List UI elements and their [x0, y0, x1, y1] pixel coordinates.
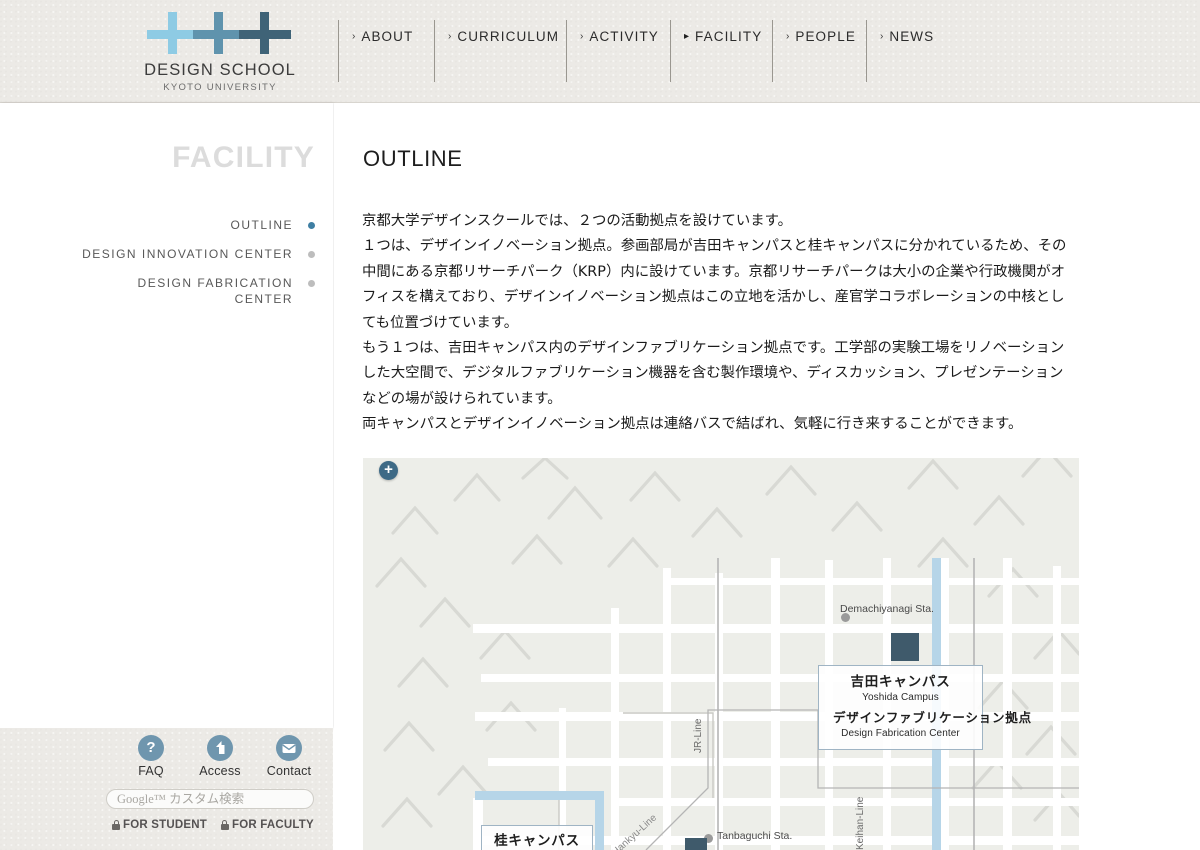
building-marker-yoshida	[891, 633, 919, 661]
envelope-icon	[276, 735, 302, 761]
sidebar-item-outline[interactable]: OUTLINE	[15, 217, 315, 233]
nav-label-activity: ACTIVITY	[589, 29, 659, 44]
map-callout-katsura[interactable]: 桂キャンパス Katsura Campus	[481, 825, 593, 850]
site-logo[interactable]: DESIGN SCHOOL KYOTO UNIVERSITY	[140, 8, 300, 96]
outline-body-text: 京都大学デザインスクールでは、２つの活動拠点を設けています。 １つは、デザインイ…	[362, 209, 1068, 438]
campus-map[interactable]: Demachiyanagi Sta. Tanbaguchi Sta. JR-Li…	[363, 458, 1079, 850]
logo-cross-1	[147, 8, 199, 60]
chevron-right-icon: ›	[352, 31, 356, 42]
paragraph: 京都大学デザインスクールでは、２つの活動拠点を設けています。	[362, 213, 792, 229]
map-rail-lines	[645, 558, 1079, 850]
quick-links-group: ? FAQ Access Contact	[120, 735, 320, 778]
main-navigation: › ABOUT › CURRICULUM › ACTIVITY ▸ FACILI…	[338, 20, 956, 82]
sidebar-footer: ? FAQ Access Contact Google™ カスタム検索 FOR …	[0, 728, 333, 850]
sidebar-item-label: DESIGN FABRICATION CENTER	[137, 276, 293, 306]
nav-label-curriculum: CURRICULUM	[457, 29, 560, 44]
nav-item-facility[interactable]: ▸ FACILITY	[670, 20, 772, 82]
callout-title-en: Yoshida Campus	[862, 692, 939, 703]
sidebar-navigation: OUTLINE DESIGN INNOVATION CENTER DESIGN …	[15, 217, 315, 320]
quick-link-access[interactable]: Access	[189, 735, 251, 778]
sidebar-item-design-fabrication-center[interactable]: DESIGN FABRICATION CENTER	[15, 275, 315, 307]
member-link-for-student[interactable]: FOR STUDENT	[112, 819, 207, 831]
sidebar-item-label: DESIGN INNOVATION CENTER	[82, 247, 293, 261]
nav-label-about: ABOUT	[361, 29, 414, 44]
quick-link-label-contact: Contact	[266, 764, 312, 778]
site-header: DESIGN SCHOOL KYOTO UNIVERSITY › ABOUT ›…	[0, 0, 1200, 103]
quick-link-label-faq: FAQ	[138, 764, 164, 778]
callout-subtitle-en: Design Fabrication Center	[841, 728, 960, 739]
nav-label-facility: FACILITY	[695, 29, 763, 44]
nav-item-activity[interactable]: › ACTIVITY	[566, 20, 670, 82]
chevron-right-icon: ›	[786, 31, 790, 42]
nav-label-people: PEOPLE	[795, 29, 856, 44]
sidebar-section-title: FACILITY	[172, 141, 315, 174]
envelope-glyph	[282, 744, 296, 753]
chevron-right-icon: ›	[580, 31, 584, 42]
logo-cross-2	[193, 8, 245, 60]
main-content: OUTLINE 京都大学デザインスクールでは、２つの活動拠点を設けています。 １…	[334, 103, 1200, 850]
callout-title-ja: 吉田キャンパス	[850, 674, 951, 690]
callout-subtitle-ja: デザインファブリケーション拠点	[833, 710, 1032, 725]
sidebar-item-label: OUTLINE	[230, 218, 293, 232]
chevron-right-icon: ›	[880, 31, 884, 42]
paragraph: 両キャンパスとデザインイノベーション拠点は連絡バスで結ばれ、気軽に行き来すること…	[362, 416, 1023, 433]
nav-item-news[interactable]: › NEWS	[866, 20, 956, 82]
map-callout-yoshida[interactable]: 吉田キャンパス Yoshida Campus デザインファブリケーション拠点 D…	[818, 665, 1032, 750]
station-label-tanbaguchi: Tanbaguchi Sta.	[717, 830, 793, 842]
campus-map-container: Demachiyanagi Sta. Tanbaguchi Sta. JR-Li…	[363, 458, 1079, 850]
page-title: OUTLINE	[363, 146, 463, 171]
direction-arrow-glyph	[216, 741, 225, 754]
question-mark-icon: ?	[138, 735, 164, 761]
bullet-dot-icon	[308, 222, 315, 229]
rail-label-jr-line: JR-Line	[693, 718, 704, 753]
logo-subtitle: KYOTO UNIVERSITY	[163, 82, 277, 93]
bullet-dot-icon	[308, 251, 315, 258]
search-input[interactable]	[106, 789, 314, 809]
sidebar-item-design-innovation-center[interactable]: DESIGN INNOVATION CENTER	[15, 246, 315, 262]
logo-title: DESIGN SCHOOL	[144, 61, 296, 79]
nav-item-curriculum[interactable]: › CURRICULUM	[434, 20, 566, 82]
map-zoom-in-button[interactable]: +	[379, 461, 398, 480]
logo-cross-marks	[147, 8, 293, 60]
lock-icon	[112, 820, 120, 830]
building-marker-katsura	[685, 838, 707, 850]
nav-label-news: NEWS	[889, 29, 935, 44]
rail-label-keihan-line: Keihan-Line	[855, 796, 866, 850]
member-links-group: FOR STUDENT FOR FACULTY	[112, 819, 327, 831]
member-link-label: FOR FACULTY	[231, 819, 314, 831]
chevron-right-icon: ›	[448, 31, 452, 42]
page-root: DESIGN SCHOOL KYOTO UNIVERSITY › ABOUT ›…	[0, 0, 1200, 850]
member-link-label: FOR STUDENT	[123, 819, 207, 831]
quick-link-faq[interactable]: ? FAQ	[120, 735, 182, 778]
sidebar-panel: FACILITY OUTLINE DESIGN INNOVATION CENTE…	[0, 103, 333, 728]
triangle-right-icon: ▸	[684, 31, 690, 42]
quick-link-contact[interactable]: Contact	[258, 735, 320, 778]
nav-item-about[interactable]: › ABOUT	[338, 20, 434, 82]
quick-link-label-access: Access	[199, 764, 241, 778]
logo-cross-3	[239, 8, 291, 60]
callout-title-ja: 桂キャンパス	[494, 833, 580, 849]
paragraph: １つは、デザインイノベーション拠点。参画部局が吉田キャンパスと桂キャンパスに分か…	[362, 238, 1067, 331]
lock-icon	[220, 820, 229, 830]
nav-item-people[interactable]: › PEOPLE	[772, 20, 866, 82]
member-link-for-faculty[interactable]: FOR FACULTY	[220, 819, 314, 831]
bullet-dot-icon	[308, 280, 315, 287]
paragraph: もう１つは、吉田キャンパス内のデザインファブリケーション拠点です。工学部の実験工…	[362, 340, 1065, 407]
station-label-demachiyanagi: Demachiyanagi Sta.	[840, 603, 934, 615]
direction-arrow-icon	[207, 735, 233, 761]
